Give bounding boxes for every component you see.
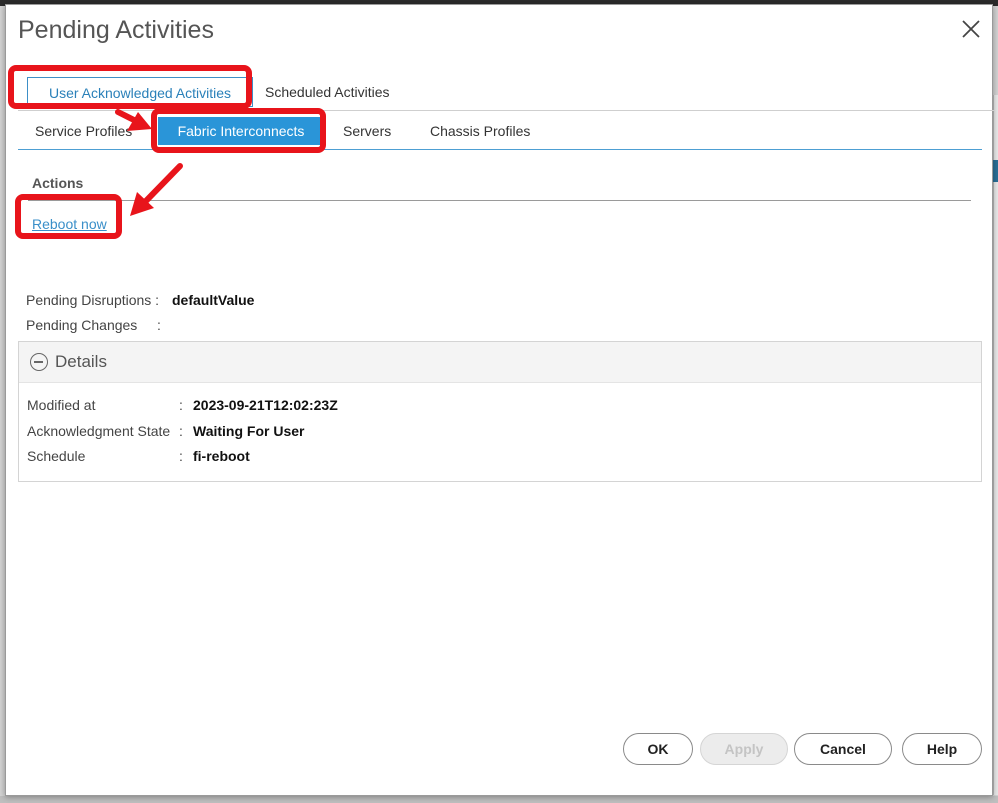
dialog-title: Pending Activities [18,16,214,44]
acknowledgment-state-value: Waiting For User [193,423,305,439]
pending-changes-label: Pending Changes [26,317,138,333]
tab-user-acknowledged-activities[interactable]: User Acknowledged Activities [27,77,253,107]
cancel-button[interactable]: Cancel [794,733,892,765]
pending-activities-dialog: Pending Activities User Acknowledged Act… [5,4,994,796]
apply-button[interactable]: Apply [700,733,788,765]
tab-servers[interactable]: Servers [343,117,391,145]
acknowledgment-state-colon: : [179,423,183,439]
tab-fabric-interconnects[interactable]: Fabric Interconnects [158,117,324,145]
actions-divider [28,200,971,201]
tab-service-profiles[interactable]: Service Profiles [35,117,132,145]
details-header[interactable]: Details [19,342,981,383]
details-panel: Details Modified at : 2023-09-21T12:02:2… [18,341,982,482]
tab-scheduled-activities[interactable]: Scheduled Activities [265,77,390,107]
schedule-label: Schedule [27,448,86,464]
acknowledgment-state-label: Acknowledgment State [27,423,171,439]
modified-at-label: Modified at [27,397,96,413]
modified-at-colon: : [179,397,183,413]
modified-at-value: 2023-09-21T12:02:23Z [193,397,338,413]
details-title: Details [55,352,107,371]
ok-button[interactable]: OK [623,733,693,765]
pending-disruptions-label: Pending Disruptions : [26,292,160,308]
background-app-footer [0,796,998,803]
schedule-colon: : [179,448,183,464]
tab-chassis-profiles[interactable]: Chassis Profiles [430,117,530,145]
collapse-minus-icon[interactable] [30,353,48,371]
background-app-marker [993,160,998,182]
primary-tabs: User Acknowledged Activities Scheduled A… [18,75,994,111]
pending-changes-colon: : [157,317,161,333]
reboot-now-link[interactable]: Reboot now [32,216,107,232]
pending-disruptions-value: defaultValue [172,292,255,308]
close-icon[interactable] [959,17,983,41]
actions-heading: Actions [32,175,84,191]
secondary-tabs: Service Profiles Fabric Interconnects Se… [18,112,982,150]
schedule-value: fi-reboot [193,448,250,464]
help-button[interactable]: Help [902,733,982,765]
background-app-panel [993,95,998,795]
